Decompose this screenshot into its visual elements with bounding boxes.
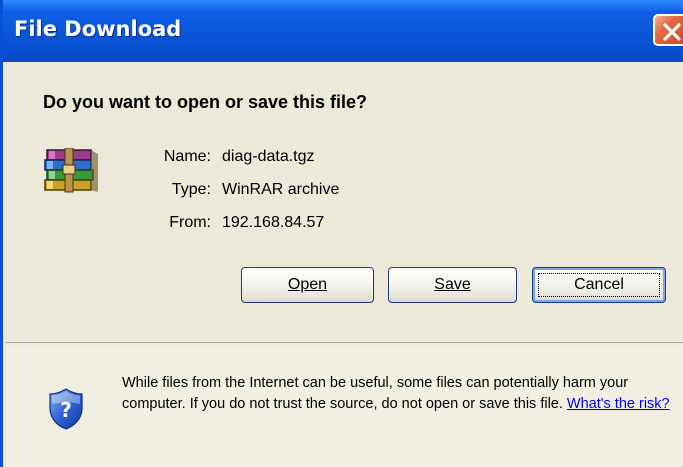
- from-value: 192.168.84.57: [222, 214, 325, 231]
- dialog-question: Do you want to open or save this file?: [43, 92, 368, 112]
- save-button[interactable]: Save: [388, 267, 517, 303]
- focus-rectangle: [538, 273, 660, 297]
- security-warning: While files from the Internet can be use…: [122, 373, 677, 415]
- file-download-dialog: File Download Do you want to open or sav…: [0, 0, 683, 467]
- svg-text:?: ?: [60, 398, 72, 422]
- warning-text: While files from the Internet can be use…: [122, 375, 629, 412]
- close-icon: [663, 23, 681, 41]
- window-title: File Download: [14, 17, 182, 41]
- open-button-label: Open: [287, 276, 328, 293]
- close-button[interactable]: [653, 14, 683, 46]
- type-label: Type:: [171, 181, 211, 198]
- from-label: From:: [169, 214, 211, 231]
- title-bar[interactable]: File Download: [3, 0, 683, 62]
- shield-question-icon: ?: [49, 388, 83, 430]
- name-label: Name:: [163, 148, 211, 165]
- type-value: WinRAR archive: [222, 181, 340, 198]
- winrar-archive-icon: [44, 148, 98, 193]
- save-button-label: Save: [434, 276, 471, 293]
- open-button[interactable]: Open: [241, 267, 374, 303]
- whats-the-risk-link[interactable]: What's the risk?: [567, 396, 670, 412]
- name-value: diag-data.tgz: [222, 148, 315, 165]
- cancel-button[interactable]: Cancel: [532, 267, 666, 303]
